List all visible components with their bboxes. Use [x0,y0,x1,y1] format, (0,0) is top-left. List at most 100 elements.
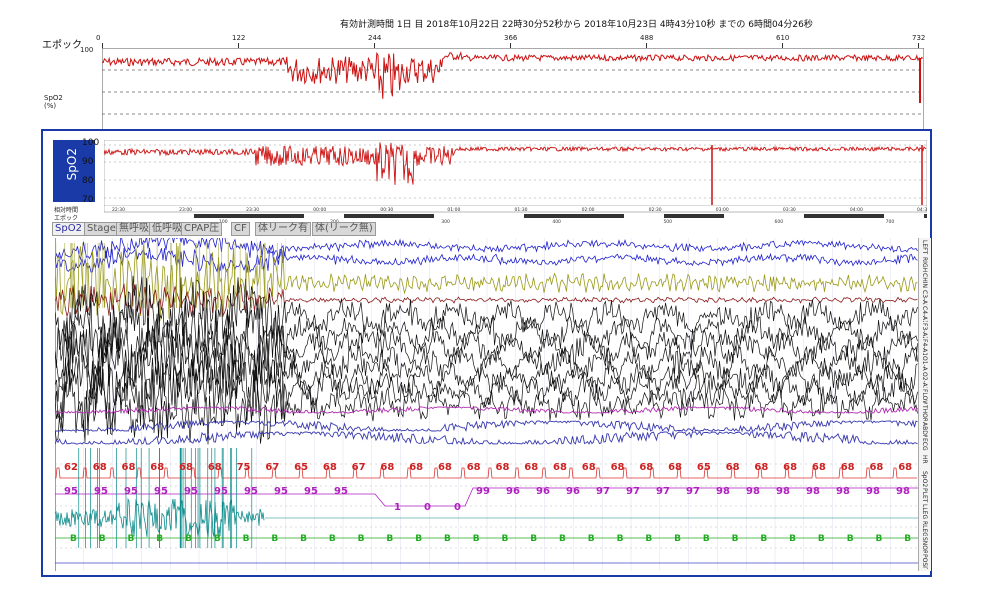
time-tick-label: 23:30 [246,207,259,213]
time-tick-label: 23:00 [179,207,192,213]
spo2-value: 98 [836,486,850,497]
trace-label: LEFT [921,240,928,255]
time-tick-label: 00:00 [313,207,326,213]
trace-label: FLOW [921,388,928,405]
ruler-epoch-tick: 500 [663,219,672,223]
trace-label: CHIN [921,273,928,288]
hr-value: 68 [207,462,222,473]
hr-value: 68 [754,462,769,473]
trace-label: F3-A2 [921,322,928,339]
body-position-value: B [817,534,825,544]
hr-value: 68 [380,462,395,473]
body-position-value: B [386,534,394,544]
spo2-value: 95 [94,486,108,497]
trace-label: RLEG [921,520,928,537]
tab-6[interactable]: CF [231,222,250,236]
body-position-value: B [530,534,538,544]
hr-value: 68 [668,462,683,473]
trace-label: O2-A1 [921,372,928,388]
spo2-value: 95 [304,486,318,497]
time-tick-label: 22:30 [112,207,125,213]
spo2-value: 0 [424,502,431,513]
body-position-value: B [875,534,883,544]
trace-label: RIGHT [921,256,928,273]
time-ruler[interactable]: 22:30 23:00 23:30 00:00 00:30 01:00 01:30 02:00… [104,205,927,223]
spo2-value: 98 [746,486,760,497]
spo2-tab-vertical[interactable]: SpO2 [53,140,95,202]
trace-label: SNORE [921,537,928,553]
body-position-value: B [300,534,307,544]
spo2-y-tick: 80 [82,176,94,186]
body-position-value: B [731,534,739,544]
epoch-tick-mark [782,43,783,48]
spo2-trend-trace[interactable] [104,140,927,208]
psg-waveforms[interactable] [55,238,918,571]
spo2-value: 98 [716,486,730,497]
epoch-tick-mark [374,43,375,48]
ruler-epoch-tick: 700 [886,219,895,223]
hr-value: 68 [581,462,596,473]
tab-4[interactable]: 低呼吸 [149,222,185,236]
hr-value: 68 [409,462,424,473]
epoch-tick-label: 122 [232,34,246,42]
recording-header: 有効計測時間 1日 目 2018年10月22日 22時30分52秒から 2018… [340,20,813,30]
tab-8[interactable]: 体(リーク無) [312,222,376,236]
body-position-value: B [213,534,221,544]
epoch-tick-label: 0 [96,34,101,42]
trace-label: F4-A1 [921,339,928,355]
spo2-y-tick: 70 [82,195,94,205]
tab-5[interactable]: CPAP圧 [181,222,223,236]
spo2-tab-label: SpO2 [65,148,79,181]
time-tick-label: 03:30 [783,207,796,213]
hr-value: 68 [121,462,136,473]
epoch-tick-mark [102,43,103,48]
epoch-tick-mark [510,43,511,48]
spo2-value: 95 [184,486,198,497]
body-position-value: B [242,534,250,544]
epoch-tick-mark [646,43,647,48]
time-tick-label: 02:30 [649,207,662,213]
hr-value: 68 [639,462,654,473]
hr-value: 68 [92,462,107,473]
body-position-value: B [501,534,509,544]
hr-value: 65 [294,462,309,473]
spo2-value: 95 [64,486,78,497]
hr-value: 68 [811,462,826,473]
ruler-epoch-tick: 400 [552,219,561,223]
spo2-value: 98 [866,486,880,497]
spo2-value: 97 [686,486,700,497]
epoch-tick-label: 366 [504,34,518,42]
epoch-tick-mark [918,43,919,48]
tab-1[interactable]: SpO2 [52,222,85,236]
trace-label: PLETH [921,487,928,504]
body-position-value: B [789,534,797,544]
body-position-value: B [645,534,653,544]
time-tick-label: 02:00 [582,207,595,213]
spo2-value: 0 [454,502,461,513]
trace-label: ECG [921,438,928,451]
y-top-label: 100 [80,46,94,54]
middle-epoch-label: エポック [54,215,79,222]
body-position-value: B [156,534,164,544]
trace-label: THOR [921,405,928,421]
hr-value: 62 [64,462,78,473]
overview-spo2-trace[interactable] [102,48,924,136]
body-position-value: B [443,534,451,544]
body-position-value: B [127,534,135,544]
body-position-value: B [185,534,192,544]
tab-7[interactable]: 体リーク有 [255,222,311,236]
tab-2[interactable]: Stage [84,222,119,236]
hr-value: 75 [236,462,251,473]
hr-value: 68 [783,462,798,473]
epoch-tick-label: 488 [640,34,654,42]
tab-3[interactable]: 無呼吸 [116,222,152,236]
body-position-value: B [415,534,423,544]
epoch-label: エポック [42,40,82,51]
epoch-tick-label: 244 [368,34,382,42]
hr-value: 65 [696,462,711,473]
spo2-value: 98 [806,486,820,497]
spo2-value: 96 [566,486,580,497]
hr-value: 68 [179,462,193,473]
trace-label: LLEG [921,504,928,520]
spo2-value: 98 [896,486,910,497]
